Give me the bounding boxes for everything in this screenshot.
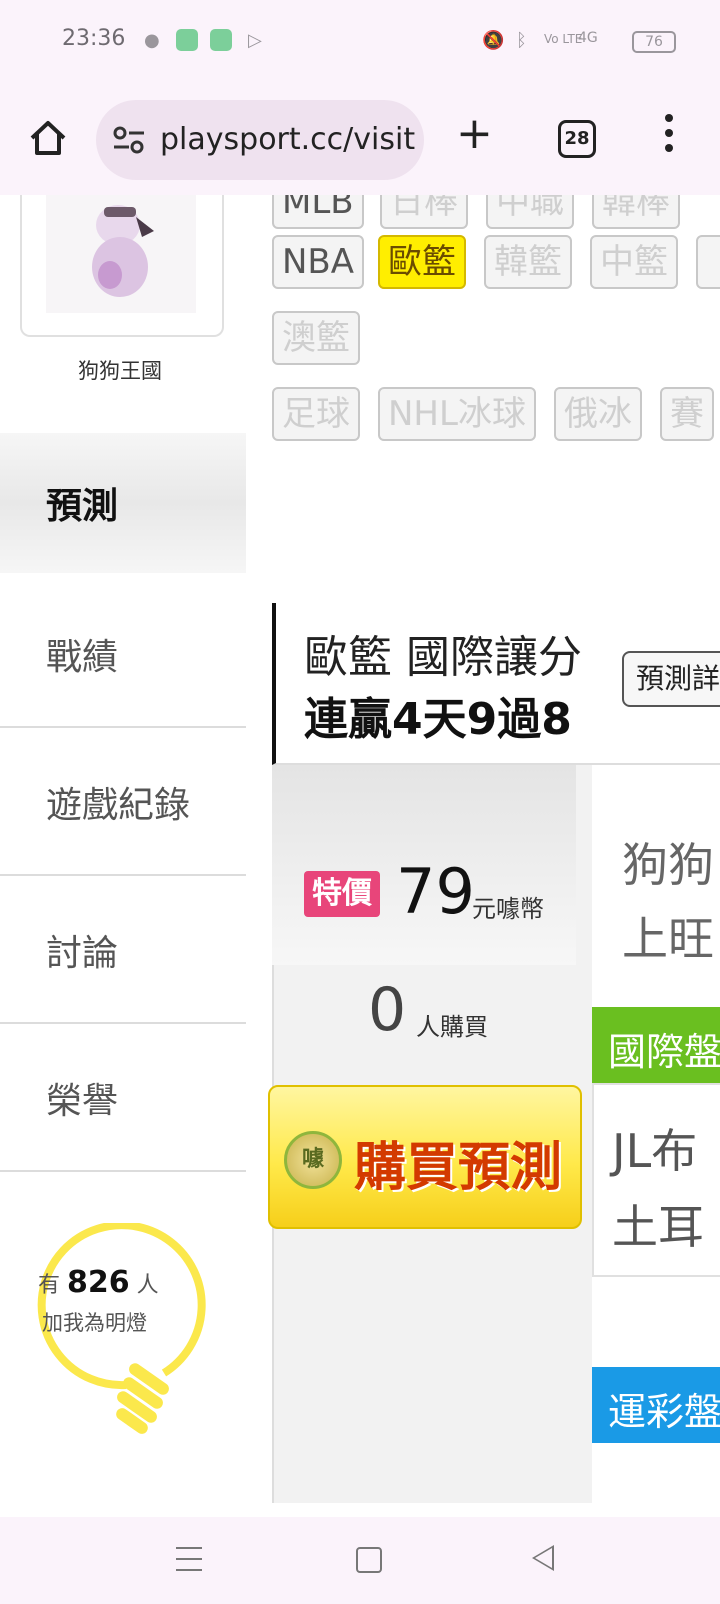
league-tag-kbl[interactable]: 韓籃 bbox=[484, 235, 572, 289]
price-unit: 元噱幣 bbox=[472, 895, 544, 923]
sidebar: 狗狗王國 預測 戰績 遊戲紀錄 討論 榮譽 有 826 人 加我為明燈 bbox=[0, 195, 250, 1517]
prediction-streak: 連贏4天9過8 bbox=[304, 694, 572, 745]
app-notification-icon-2 bbox=[210, 29, 232, 51]
status-time: 23:36 bbox=[62, 26, 126, 51]
sidebar-item-honor[interactable]: 榮譽 bbox=[0, 1024, 246, 1172]
sidebar-item-record[interactable]: 戰績 bbox=[0, 580, 246, 728]
home-nav-icon[interactable] bbox=[356, 1547, 382, 1573]
sidebar-item-label: 戰績 bbox=[46, 637, 119, 678]
buy-prediction-button[interactable]: 噱 購買預測 bbox=[268, 1085, 582, 1229]
address-bar[interactable]: playsport.cc/visit bbox=[96, 100, 424, 180]
profile-name[interactable]: 狗狗王國 bbox=[0, 355, 240, 385]
prediction-detail-button[interactable]: 預測詳 bbox=[622, 651, 720, 707]
profile-avatar bbox=[46, 195, 196, 313]
league-tag-mlb[interactable]: MLB bbox=[272, 195, 364, 229]
home-icon[interactable] bbox=[28, 118, 68, 158]
system-nav-bar bbox=[0, 1517, 720, 1604]
profile-card[interactable] bbox=[20, 195, 224, 337]
prediction-header: 歐籃 國際讓分 連贏4天9過8 預測詳 bbox=[272, 603, 720, 765]
sidebar-item-game-log[interactable]: 遊戲紀錄 bbox=[0, 728, 246, 876]
new-tab-button[interactable]: + bbox=[456, 112, 493, 156]
international-odds-label: 國際盤 bbox=[608, 1030, 720, 1074]
league-tag-more[interactable] bbox=[696, 235, 720, 289]
main-content: MLB 日棒 中職 韓棒 NBA 歐籃 韓籃 中籃 澳籃 足球 NHL冰球 俄冰… bbox=[248, 195, 720, 1517]
status-bar: 23:36 ● ▷ 🔕 ᛒ Vo LTE 4G 76 bbox=[0, 0, 720, 84]
league-tag-khl[interactable]: 俄冰 bbox=[554, 387, 642, 441]
url-text[interactable]: playsport.cc/visit bbox=[160, 122, 415, 157]
league-tag-kbo[interactable]: 韓棒 bbox=[592, 195, 680, 229]
sidebar-item-label: 討論 bbox=[46, 933, 119, 974]
play-store-icon: ▷ bbox=[248, 30, 262, 51]
signal-icon: 4G bbox=[578, 30, 598, 46]
seller-subtitle: 上旺 bbox=[622, 912, 714, 966]
league-tag-nbl[interactable]: 澳籃 bbox=[272, 311, 360, 365]
tab-switcher-button[interactable]: 28 bbox=[558, 120, 596, 158]
matchup-box: JL布 土耳 bbox=[592, 1083, 720, 1277]
league-tag-sbl[interactable]: 中籃 bbox=[590, 235, 678, 289]
sport-lottery-header: 運彩盤 bbox=[592, 1367, 720, 1443]
discount-badge: 特價 bbox=[304, 871, 380, 917]
buy-prediction-label: 購買預測 bbox=[354, 1138, 563, 1198]
chat-icon: ● bbox=[144, 30, 160, 51]
fans-prefix: 有 bbox=[38, 1273, 61, 1298]
overflow-menu-icon[interactable] bbox=[664, 114, 674, 160]
prediction-title: 歐籃 國際讓分 bbox=[304, 632, 582, 683]
prediction-details: 狗狗 上旺 國際盤 JL布 土耳 運彩盤 bbox=[592, 765, 720, 1505]
league-tag-race[interactable]: 賽 bbox=[660, 387, 714, 441]
recent-apps-icon[interactable] bbox=[176, 1547, 202, 1580]
site-settings-icon[interactable] bbox=[112, 124, 146, 156]
browser-toolbar: playsport.cc/visit + 28 bbox=[0, 84, 720, 196]
mute-icon: 🔕 bbox=[482, 30, 505, 51]
league-tag-nhl[interactable]: NHL冰球 bbox=[378, 387, 536, 441]
back-icon-inner bbox=[535, 1548, 552, 1568]
team-home: JL布 bbox=[612, 1124, 698, 1178]
fans-caption[interactable]: 加我為明燈 bbox=[42, 1307, 147, 1337]
international-odds-header: 國際盤 bbox=[592, 1007, 720, 1083]
volte-icon: Vo LTE bbox=[544, 32, 583, 46]
team-away: 土耳 bbox=[612, 1200, 704, 1254]
battery-icon: 76 bbox=[632, 31, 676, 53]
league-tag-euro-basketball[interactable]: 歐籃 bbox=[378, 235, 466, 289]
fans-count-line[interactable]: 有 826 人 bbox=[38, 1265, 159, 1300]
sidebar-menu: 戰績 遊戲紀錄 討論 榮譽 bbox=[0, 580, 246, 1172]
buyer-unit: 人購買 bbox=[416, 1013, 488, 1041]
sidebar-item-label: 遊戲紀錄 bbox=[46, 785, 191, 826]
sidebar-item-predict[interactable]: 預測 bbox=[46, 477, 118, 529]
league-tag-cpbl[interactable]: 中職 bbox=[486, 195, 574, 229]
bluetooth-icon: ᛒ bbox=[516, 30, 527, 51]
sport-lottery-label: 運彩盤 bbox=[608, 1390, 720, 1434]
price-value: 79 bbox=[396, 855, 475, 928]
sidebar-section-predict[interactable]: 預測 bbox=[0, 433, 246, 573]
sidebar-item-discussion[interactable]: 討論 bbox=[0, 876, 246, 1024]
fans-suffix: 人 bbox=[136, 1273, 159, 1298]
buyer-count: 0 bbox=[368, 975, 407, 1045]
app-notification-icon bbox=[176, 29, 198, 51]
sidebar-item-label: 榮譽 bbox=[46, 1081, 119, 1122]
dog-figurine-icon bbox=[92, 205, 154, 297]
league-tag-nba[interactable]: NBA bbox=[272, 235, 365, 289]
seller-name[interactable]: 狗狗 bbox=[622, 829, 714, 895]
fans-count: 826 bbox=[67, 1265, 130, 1300]
coin-icon: 噱 bbox=[284, 1131, 342, 1189]
league-tag-soccer[interactable]: 足球 bbox=[272, 387, 360, 441]
league-tag-jp-baseball[interactable]: 日棒 bbox=[380, 195, 468, 229]
